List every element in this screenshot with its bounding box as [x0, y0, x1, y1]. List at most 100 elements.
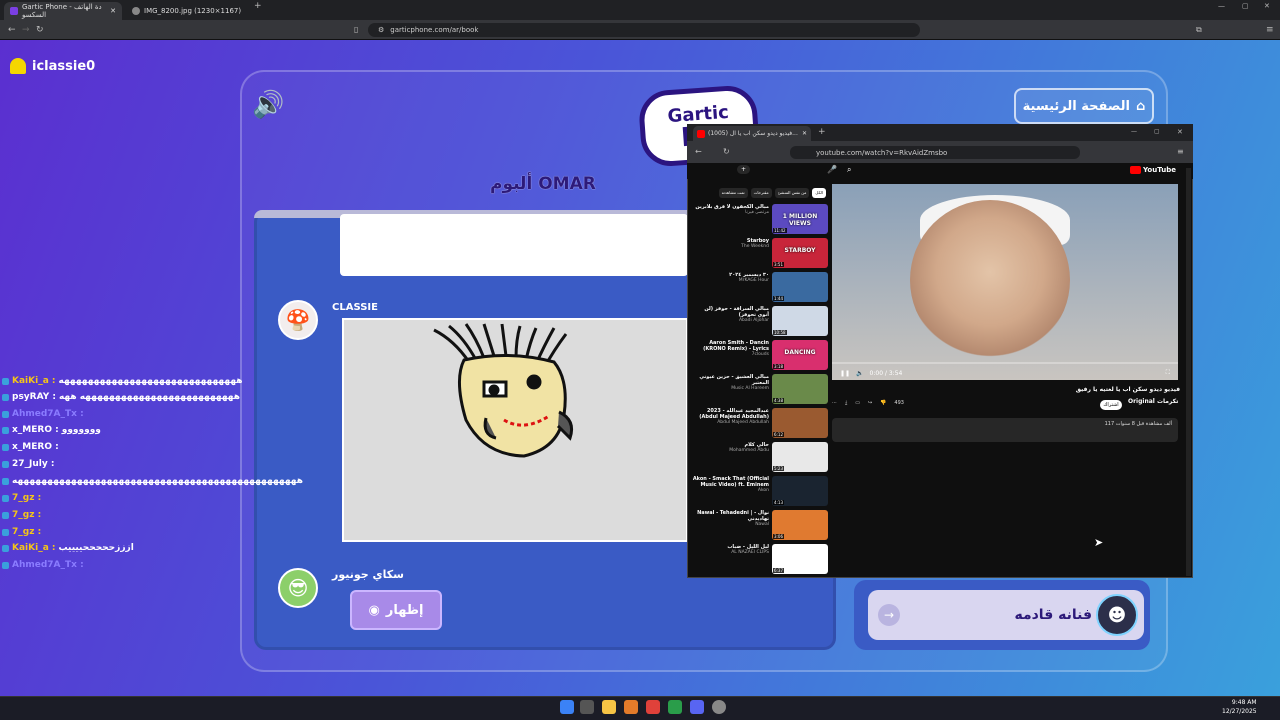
minimize-icon[interactable]: — [1218, 0, 1225, 16]
chat-message: psyRAY : ههههههههههههههههههههههههههه ههه [2, 392, 240, 402]
menu-icon[interactable]: ≡ [1177, 142, 1184, 162]
browser-tab-image[interactable]: IMG_8200.jpg (1230×1167) [126, 2, 252, 20]
app-icon[interactable] [624, 700, 638, 714]
video-progress-bar[interactable] [832, 362, 1178, 364]
player-name: CLASSIE [332, 302, 378, 313]
related-video-thumbnail[interactable]: 1 MILLION VIEWS 11:42 [772, 204, 828, 234]
related-video-thumbnail[interactable]: 6:37 [772, 544, 828, 574]
address-bar[interactable]: ⚙ garticphone.com/ar/book [368, 23, 920, 37]
channel-name[interactable]: Original تكرمات [1128, 398, 1178, 405]
streamer-username: iclassie0 [10, 58, 95, 74]
thumbnail-label: DANCING [784, 349, 816, 356]
player-name-2: سكاي جونيور [332, 568, 404, 581]
chip[interactable]: من نفس المنشئ [774, 188, 810, 198]
close-tab-icon[interactable]: ✕ [110, 7, 116, 15]
new-tab-icon[interactable]: + [818, 122, 826, 142]
brave-icon[interactable] [646, 700, 660, 714]
eye-icon: ◉ [368, 602, 380, 618]
chat-message: 7_gz : [2, 510, 44, 520]
video-description[interactable]: 117 ألف مشاهدة قبل 8 سنوات [832, 418, 1178, 442]
search-icon[interactable] [580, 700, 594, 714]
chat-badge-icon [2, 494, 9, 502]
volume-icon[interactable]: 🔈 [856, 370, 863, 377]
chat-username: psyRAY : [12, 392, 56, 402]
related-video-text: مبالي السراقة - حوفز (لن أنوي تحوفز) Abad… [692, 306, 769, 338]
related-video-item[interactable]: مبالي العشيق - حزين عيوني المعتبر Music A… [692, 374, 828, 406]
file-explorer-icon[interactable] [602, 700, 616, 714]
related-video-item[interactable]: Akon - Smack That (Official Music Video)… [692, 476, 828, 508]
related-video-item[interactable]: Starboy The Weeknd STARBOY 3:51 [692, 238, 828, 270]
windows-start-icon[interactable] [560, 700, 574, 714]
maximize-icon[interactable]: ▢ [1242, 0, 1249, 16]
new-tab-icon[interactable]: + [254, 0, 262, 16]
terminal-icon[interactable] [668, 700, 682, 714]
close-window-icon[interactable]: ✕ [1264, 0, 1270, 16]
related-video-thumbnail[interactable]: STARBOY 3:51 [772, 238, 828, 268]
related-video-item[interactable]: عبدالمجيد عبدالله - 2023 (Abdul Majeed A… [692, 408, 828, 440]
related-video-item[interactable]: مبالي السراقة - حوفز (لن أنوي تحوفز) Abad… [692, 306, 828, 338]
chat-text: هههههههههههههههههههههههههههههههههههههههه… [12, 476, 303, 486]
youtube-scrollbar[interactable] [1186, 168, 1191, 576]
reload-icon[interactable]: ↻ [36, 20, 44, 40]
youtube-logo[interactable]: YouTube [1130, 166, 1176, 174]
close-tab-icon[interactable]: ✕ [802, 130, 807, 137]
pause-icon[interactable]: ❚❚ [840, 370, 850, 377]
discord-icon[interactable] [690, 700, 704, 714]
related-video-channel: Music Al Hareem [731, 386, 769, 391]
maximize-icon[interactable]: ▢ [1154, 122, 1160, 142]
site-info-icon[interactable]: ⚙ [378, 26, 384, 34]
related-video-channel: Mohammed Abdu [729, 448, 769, 453]
chip[interactable]: مقترحات [750, 188, 772, 198]
more-icon[interactable]: ⋯ [832, 400, 837, 406]
bookmark-icon[interactable]: ▯ [354, 20, 358, 40]
subscribe-button[interactable]: اشتراك [1100, 400, 1122, 410]
related-video-item[interactable]: مبالي الكحقون لا فرق بلابرين مرتضى فيرنا 1… [692, 204, 828, 236]
related-video-thumbnail[interactable]: 6:12 [772, 408, 828, 438]
minimize-icon[interactable]: — [1131, 122, 1137, 142]
dislike-icon[interactable]: 👎 [880, 400, 886, 406]
download-icon[interactable]: ⤓ [845, 400, 847, 406]
reload-icon[interactable]: ↻ [723, 142, 730, 162]
save-icon[interactable]: ▭ [855, 400, 860, 406]
related-video-item[interactable]: Nawal - Tehadedni | نوال - تهاديدني Nawal… [692, 510, 828, 542]
chip[interactable]: الكل [812, 188, 826, 198]
related-video-thumbnail[interactable]: 1:44 [772, 272, 828, 302]
close-window-icon[interactable]: ✕ [1177, 122, 1183, 142]
create-button[interactable]: + [737, 165, 751, 174]
youtube-tab[interactable]: (1005) فيديو ديدو سكن اب يا ال... ✕ [693, 126, 811, 141]
fullscreen-icon[interactable]: ⛶ [1166, 369, 1178, 377]
menu-icon[interactable]: ≡ [1266, 20, 1274, 40]
forward-icon[interactable]: → [22, 20, 30, 40]
related-video-channel: 7clouds [751, 352, 769, 357]
chat-username: Ahmed7A_Tx : [12, 560, 84, 570]
home-button[interactable]: الصفحة الرئيسية ⌂ [1014, 88, 1154, 124]
show-button[interactable]: ◉ إظهار [350, 590, 442, 630]
youtube-address-bar[interactable]: youtube.com/watch?v=RkvAidZmsbo [790, 146, 1080, 159]
extensions-icon[interactable]: ⧉ [1196, 20, 1202, 40]
obs-icon[interactable] [712, 700, 726, 714]
related-video-item[interactable]: Aaron Smith - Dancin (KRONO Remix) - Lyr… [692, 340, 828, 372]
like-count[interactable]: 493 [894, 400, 904, 406]
system-clock[interactable]: 9:48 AM 12/27/2025 [1222, 698, 1257, 716]
related-video-thumbnail[interactable]: 3:06 [772, 510, 828, 540]
related-video-item[interactable]: ٣٠ ديسمبر ٢٠٢٤ MrKAGE Hour 1:44 [692, 272, 828, 304]
related-video-thumbnail[interactable]: DANCING 3:18 [772, 340, 828, 370]
thumbnail-label: 1 MILLION VIEWS [782, 213, 818, 227]
related-video-thumbnail[interactable]: 5:23 [772, 442, 828, 472]
chip[interactable]: تمت مشاهدته [718, 188, 748, 198]
speaker-icon[interactable]: 🔊 [252, 90, 284, 120]
back-icon[interactable]: ← [8, 20, 16, 40]
related-video-thumbnail[interactable]: 4:13 [772, 476, 828, 506]
video-duration: 6:12 [773, 432, 784, 437]
back-icon[interactable]: ← [695, 142, 702, 162]
related-video-item[interactable]: حالي كلام Mohammed Abdu 5:23 [692, 442, 828, 474]
related-video-thumbnail[interactable]: 10:58 [772, 306, 828, 336]
video-duration: 4:38 [773, 398, 784, 403]
share-icon[interactable]: ↪ [868, 400, 872, 406]
related-video-thumbnail[interactable]: 4:38 [772, 374, 828, 404]
mic-icon[interactable]: 🎤 [827, 165, 837, 174]
related-video-item[interactable]: ليل الليل - ضباب AL NAZAEI CLIPS 6:37 [692, 544, 828, 576]
search-icon[interactable]: ⌕ [847, 165, 851, 175]
related-video-text: مبالي الكحقون لا فرق بلابرين مرتضى فيرنا [692, 204, 769, 236]
browser-tab-gartic[interactable]: Gartic Phone - دة الهاتف السكسو ✕ [4, 2, 122, 20]
